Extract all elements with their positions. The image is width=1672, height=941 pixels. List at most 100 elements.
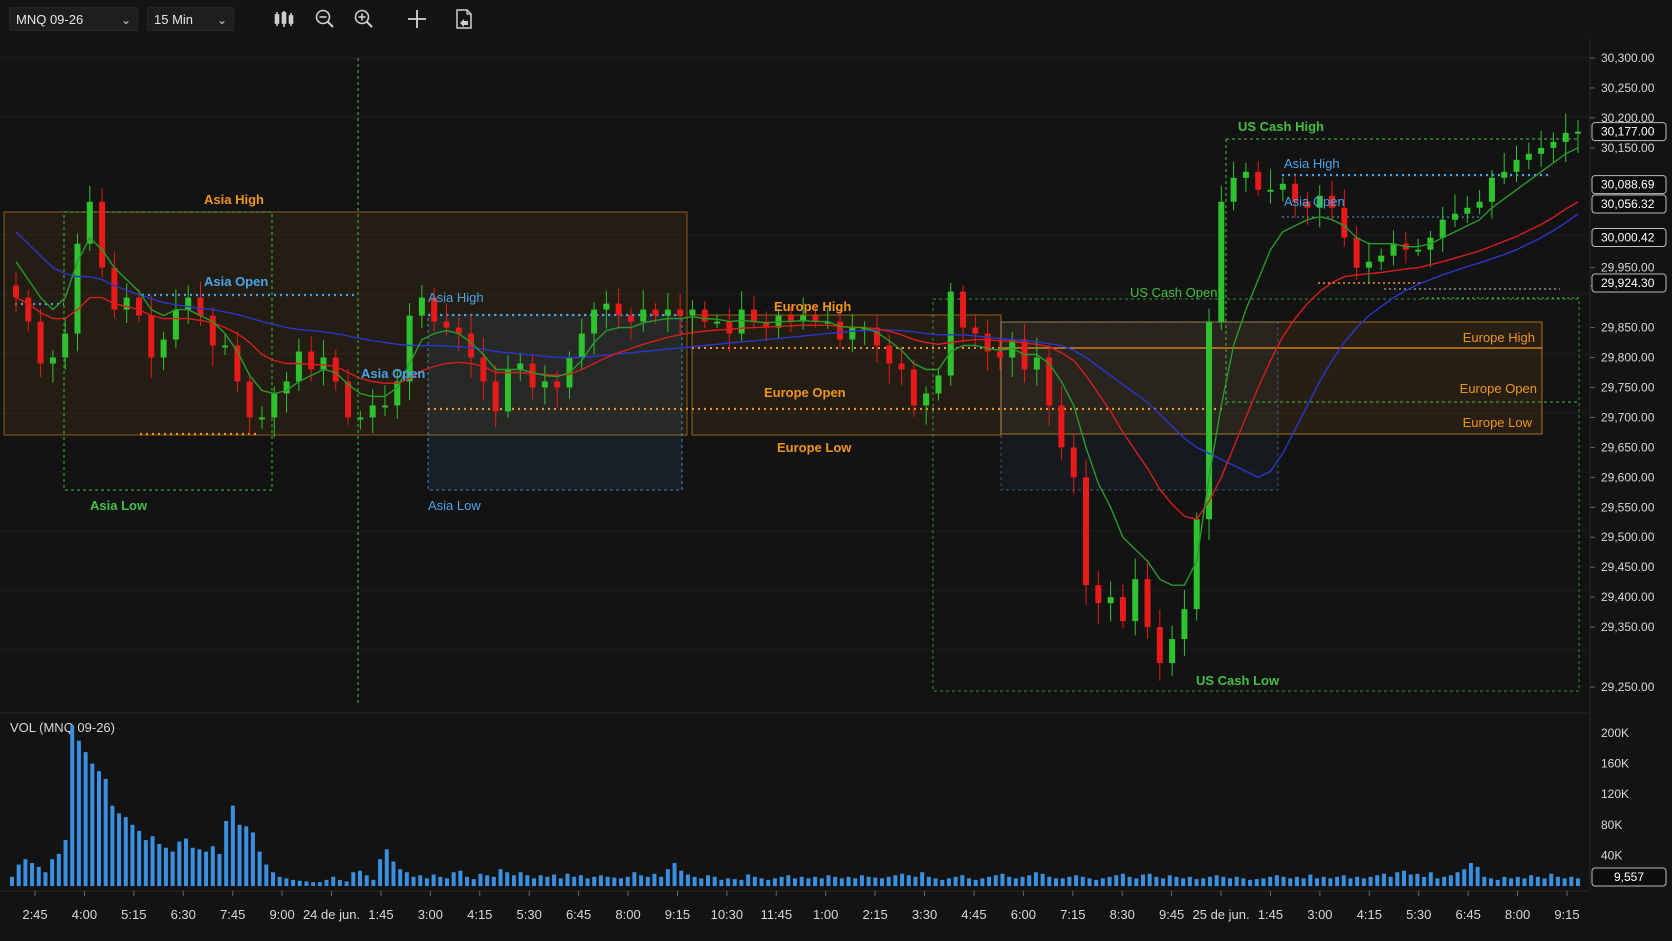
time-tick-label: 1:00: [813, 907, 838, 922]
candle-up: [1378, 255, 1385, 262]
volume-bar: [1562, 878, 1567, 886]
volume-bar: [1555, 876, 1560, 886]
volume-bar: [123, 817, 128, 886]
price-tick-label: 29,600.00: [1601, 470, 1655, 484]
volume-bar: [1522, 878, 1527, 886]
candle-down: [910, 369, 917, 406]
volume-bar: [317, 882, 322, 886]
volume-bar: [1495, 879, 1500, 886]
volume-bar: [311, 882, 316, 886]
price-badge-label: 30,177.00: [1601, 125, 1655, 139]
candle-up: [320, 357, 327, 370]
volume-bar: [244, 826, 249, 886]
candle-up: [258, 417, 265, 420]
volume-bar: [511, 875, 516, 886]
volume-bar: [1181, 878, 1186, 886]
label-asia-open-2: Asia Open: [361, 366, 425, 381]
time-tick-label: 5:15: [121, 907, 146, 922]
volume-bar: [1207, 876, 1212, 886]
label-asia-low-2: Asia Low: [428, 498, 481, 513]
volume-bar: [297, 880, 302, 886]
volume-bar: [893, 875, 898, 886]
candle-up: [849, 327, 856, 340]
volume-bar: [63, 840, 68, 886]
candle-down: [996, 351, 1003, 358]
chart-background: [0, 38, 1672, 941]
volume-bar: [739, 879, 744, 886]
volume-bar: [170, 851, 175, 886]
volume-bar: [1468, 863, 1473, 886]
volume-bar: [1114, 875, 1119, 886]
candle-down: [332, 357, 339, 382]
volume-bar: [732, 879, 737, 886]
volume-bar: [1261, 878, 1266, 886]
candle-down: [480, 357, 487, 382]
volume-bar: [987, 876, 992, 886]
volume-bar: [163, 847, 168, 886]
volume-bar: [545, 876, 550, 886]
candle-up: [222, 345, 229, 348]
time-tick-label: 8:30: [1110, 907, 1135, 922]
candle-up: [947, 291, 954, 376]
volume-bar: [685, 874, 690, 886]
volume-bar: [799, 876, 804, 886]
price-tick-label: 29,700.00: [1601, 410, 1655, 424]
volume-bar: [465, 876, 470, 886]
price-tick-label: 29,450.00: [1601, 560, 1655, 574]
time-tick-label: 6:30: [171, 907, 196, 922]
candle-up: [394, 381, 401, 406]
volume-bar: [277, 876, 282, 886]
volume-bar: [1060, 878, 1065, 886]
price-badge-label: 29,924.30: [1601, 276, 1655, 290]
candle-down: [246, 381, 253, 418]
volume-bar: [50, 859, 55, 886]
candle-down: [148, 315, 155, 358]
price-tick-label: 29,250.00: [1601, 680, 1655, 694]
volume-bar: [598, 875, 603, 886]
candle-down: [812, 315, 819, 322]
label-asia-open-3: Asia Open: [1284, 194, 1345, 209]
label-us-cash-low: US Cash Low: [1196, 673, 1280, 688]
candle-down: [701, 309, 708, 322]
volume-bar: [719, 879, 724, 886]
volume-bar: [130, 824, 135, 886]
volume-bar: [1328, 878, 1333, 886]
label-europe-open-1: Europe Open: [764, 385, 846, 400]
volume-bar: [1428, 872, 1433, 886]
volume-bar: [1361, 878, 1366, 886]
time-tick-label: 4:00: [72, 907, 97, 922]
volume-bar: [1381, 873, 1386, 886]
time-tick-label: 4:15: [1357, 907, 1382, 922]
candle-up: [1279, 183, 1286, 190]
volume-bar: [210, 846, 215, 886]
volume-bar: [217, 853, 222, 886]
price-tick-label: 29,350.00: [1601, 620, 1655, 634]
volume-bar: [1542, 878, 1547, 886]
price-tick-label: 29,400.00: [1601, 590, 1655, 604]
candle-up: [1488, 177, 1495, 202]
volume-bar: [672, 863, 677, 886]
label-us-cash-open: US Cash Open: [1130, 285, 1217, 300]
candle-up: [1538, 147, 1545, 154]
volume-bar: [1549, 873, 1554, 886]
volume-bar: [793, 878, 797, 886]
candle-up: [1575, 131, 1581, 134]
volume-tick-label: 120K: [1601, 787, 1629, 801]
label-asia-high-3: Asia High: [1284, 156, 1340, 171]
volume-bar: [552, 874, 557, 886]
candle-down: [1353, 237, 1360, 268]
volume-bar: [1040, 873, 1045, 886]
volume-bar: [337, 879, 342, 886]
volume-bar: [1201, 878, 1206, 886]
time-tick-label: 6:45: [1456, 907, 1481, 922]
candle-up: [357, 417, 364, 420]
volume-bar: [485, 875, 490, 886]
volume-bar: [1448, 875, 1453, 886]
trading-chart[interactable]: Asia High Asia Open Asia Low Asia Open A…: [0, 0, 1672, 941]
volume-bar: [846, 876, 851, 886]
volume-bar: [913, 876, 918, 886]
candle-up: [1390, 243, 1397, 256]
time-tick-label: 9:15: [665, 907, 690, 922]
candle-up: [1181, 609, 1188, 640]
volume-bar: [639, 875, 644, 886]
